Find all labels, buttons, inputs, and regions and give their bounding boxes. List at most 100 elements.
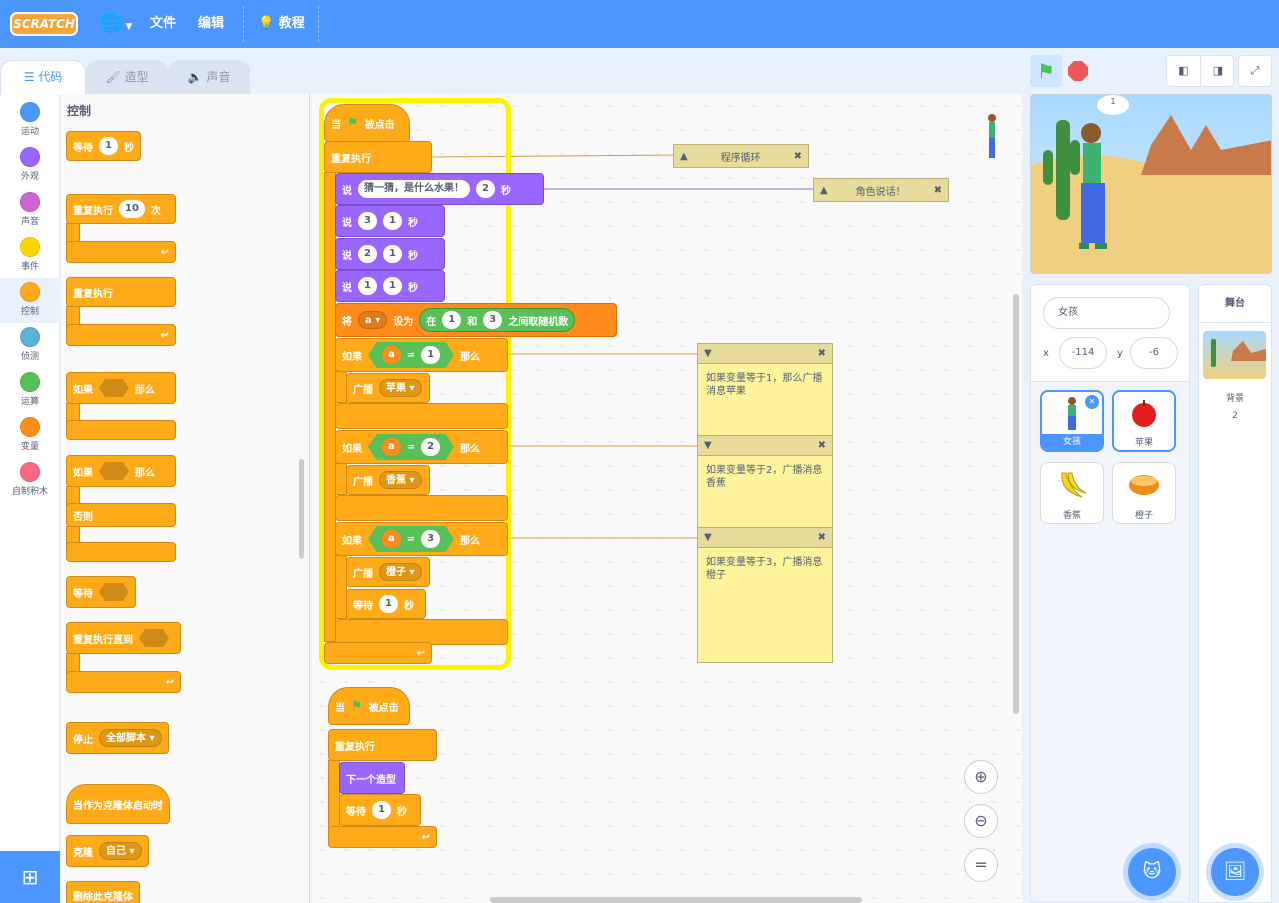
category-sound[interactable]: 声音 [0, 188, 60, 233]
wait-block[interactable]: 等待 1 秒 [346, 589, 426, 619]
if-then-block[interactable]: 如果 a = 2 那么 [335, 430, 508, 464]
wait-input[interactable]: 1 [379, 595, 398, 613]
broadcast-block[interactable]: 广播 橙子 ▾ [346, 557, 430, 587]
choose-backdrop-button[interactable]: 🖼 [1211, 848, 1259, 896]
zoom-in-button[interactable]: ⊕ [964, 760, 998, 794]
say-secs-input[interactable]: 1 [382, 212, 402, 230]
if-then-block[interactable]: 如果 a = 3 那么 [335, 522, 508, 556]
stop-block[interactable]: 停止 全部脚本 ▾ [66, 722, 169, 754]
comment-text[interactable]: 如果变量等于2，广播消息香蕉 [698, 456, 832, 498]
equals-input[interactable]: 1 [421, 346, 441, 364]
clone-dropdown[interactable]: 自己 ▾ [99, 842, 142, 860]
if-then-block[interactable]: 如果 a = 1 那么 [335, 338, 508, 372]
category-operators[interactable]: 运算 [0, 368, 60, 413]
edit-menu[interactable]: 编辑 [198, 0, 224, 48]
small-stage-button[interactable]: ◧ [1167, 56, 1201, 86]
wait-input[interactable]: 1 [372, 801, 391, 819]
backdrop-thumbnail[interactable] [1203, 331, 1266, 379]
category-my-blocks[interactable]: 自制积木 [0, 458, 60, 503]
script-workspace[interactable]: 当 ⚑ 被点击 重复执行 说猜一猜，是什么水果！ 2 秒 说31秒 说21秒 说11秒 … [310, 94, 1022, 903]
random-from-input[interactable]: 1 [442, 311, 462, 329]
category-variables[interactable]: 变量 [0, 413, 60, 458]
say-text-input[interactable]: 猜一猜，是什么水果！ [358, 180, 470, 198]
comment-header[interactable]: ▼ ✖ [698, 344, 832, 364]
forever-block[interactable]: 重复执行 [324, 141, 432, 173]
say-secs-input[interactable]: 1 [382, 277, 402, 295]
collapse-arrow-icon[interactable]: ▼ [704, 440, 712, 451]
say-for-secs-block[interactable]: 说猜一猜，是什么水果！ 2 秒 [335, 173, 544, 205]
variable-dropdown[interactable]: a ▾ [358, 311, 388, 329]
category-control[interactable]: 控制 [0, 278, 60, 323]
comment-text[interactable]: 如果变量等于3，广播消息橙子 [698, 548, 832, 590]
tab-costumes[interactable]: 🖌 造型 [86, 60, 168, 94]
sprite-name-field[interactable]: 女孩 [1043, 297, 1170, 329]
stop-button[interactable] [1068, 61, 1088, 81]
stage-canvas[interactable]: 1 [1030, 94, 1272, 274]
green-flag-button[interactable]: ⚑ [1030, 55, 1062, 87]
broadcast-block[interactable]: 广播 苹果 ▾ [346, 373, 430, 403]
expand-arrow-icon[interactable]: ▲ [820, 185, 828, 196]
tab-sounds[interactable]: 🔈 声音 [168, 60, 250, 94]
sprite-tile-orange[interactable]: 橙子 [1112, 462, 1176, 524]
when-flag-clicked-hat[interactable]: 当 ⚑ 被点击 [328, 687, 410, 725]
workspace-vertical-scrollbar[interactable] [1013, 294, 1019, 714]
say-secs-input[interactable]: 2 [476, 180, 495, 198]
close-icon[interactable]: ✖ [794, 151, 802, 162]
forever-block[interactable]: 重复执行 [66, 277, 176, 307]
variable-reporter[interactable]: a [382, 530, 401, 548]
condition-slot[interactable] [99, 379, 129, 397]
category-sensing[interactable]: 侦测 [0, 323, 60, 368]
workspace-horizontal-scrollbar[interactable] [490, 897, 862, 903]
pick-random-block[interactable]: 在 1 和 3 之间取随机数 [419, 308, 576, 332]
say-for-secs-block[interactable]: 说11秒 [335, 270, 445, 302]
say-for-secs-block[interactable]: 说31秒 [335, 205, 445, 237]
comment-collapsed[interactable]: ▲ 角色说话！ ✖ [813, 178, 949, 202]
tab-code[interactable]: ☰ 代码 [0, 60, 86, 95]
choose-sprite-button[interactable]: 🐱 [1128, 848, 1176, 896]
sprite-tile-apple[interactable]: 苹果 [1112, 390, 1176, 452]
say-for-secs-block[interactable]: 说21秒 [335, 238, 445, 270]
say-text-input[interactable]: 3 [358, 212, 377, 230]
condition-slot[interactable] [99, 462, 129, 480]
zoom-out-button[interactable]: ⊖ [964, 804, 998, 838]
comment[interactable]: ▼ ✖ 如果变量等于1，那么广播消息苹果 [697, 343, 833, 439]
equals-block[interactable]: a = 2 [368, 434, 455, 460]
message-dropdown[interactable]: 香蕉 ▾ [379, 471, 422, 489]
equals-block[interactable]: a = 3 [368, 526, 455, 552]
category-events[interactable]: 事件 [0, 233, 60, 278]
sprite-tile-banana[interactable]: 香蕉 [1040, 462, 1104, 524]
expand-arrow-icon[interactable]: ▲ [680, 151, 688, 162]
when-flag-clicked-hat[interactable]: 当 ⚑ 被点击 [324, 104, 410, 142]
delete-clone-block[interactable]: 删除此克隆体 [66, 881, 140, 903]
x-field[interactable]: -114 [1059, 337, 1107, 369]
equals-block[interactable]: a = 1 [368, 342, 455, 368]
comment[interactable]: ▼ ✖ 如果变量等于2，广播消息香蕉 [697, 435, 833, 531]
equals-input[interactable]: 3 [421, 530, 441, 548]
delete-sprite-icon[interactable]: ✕ [1085, 395, 1099, 409]
comment-header[interactable]: ▲ 程序循环 ✖ [674, 145, 808, 167]
comment-text[interactable]: 如果变量等于1，那么广播消息苹果 [698, 364, 832, 406]
tutorials-menu[interactable]: 💡 教程 [258, 0, 305, 48]
zoom-reset-button[interactable]: = [964, 848, 998, 882]
wait-block[interactable]: 等待 1 秒 [66, 131, 141, 161]
next-costume-block[interactable]: 下一个造型 [339, 762, 405, 794]
repeat-until-block[interactable]: 重复执行直到 [66, 622, 181, 654]
say-text-input[interactable]: 2 [358, 245, 377, 263]
category-looks[interactable]: 外观 [0, 143, 60, 188]
variable-reporter[interactable]: a [382, 438, 401, 456]
equals-input[interactable]: 2 [421, 438, 441, 456]
close-icon[interactable]: ✖ [818, 440, 826, 451]
variable-reporter[interactable]: a [382, 346, 401, 364]
condition-slot[interactable] [99, 583, 129, 601]
collapse-arrow-icon[interactable]: ▼ [704, 532, 712, 543]
clone-block[interactable]: 克隆 自己 ▾ [66, 835, 149, 867]
file-menu[interactable]: 文件 [150, 0, 176, 48]
broadcast-block[interactable]: 广播 香蕉 ▾ [346, 465, 430, 495]
if-then-block[interactable]: 如果 那么 [66, 372, 176, 404]
forever-block[interactable]: 重复执行 [328, 729, 437, 761]
category-motion[interactable]: 运动 [0, 98, 60, 143]
language-menu[interactable]: 🌐 ▼ [100, 0, 132, 48]
scratch-logo[interactable]: SCRATCH [10, 12, 78, 36]
comment-header[interactable]: ▼ ✖ [698, 528, 832, 548]
wait-until-block[interactable]: 等待 [66, 576, 136, 608]
